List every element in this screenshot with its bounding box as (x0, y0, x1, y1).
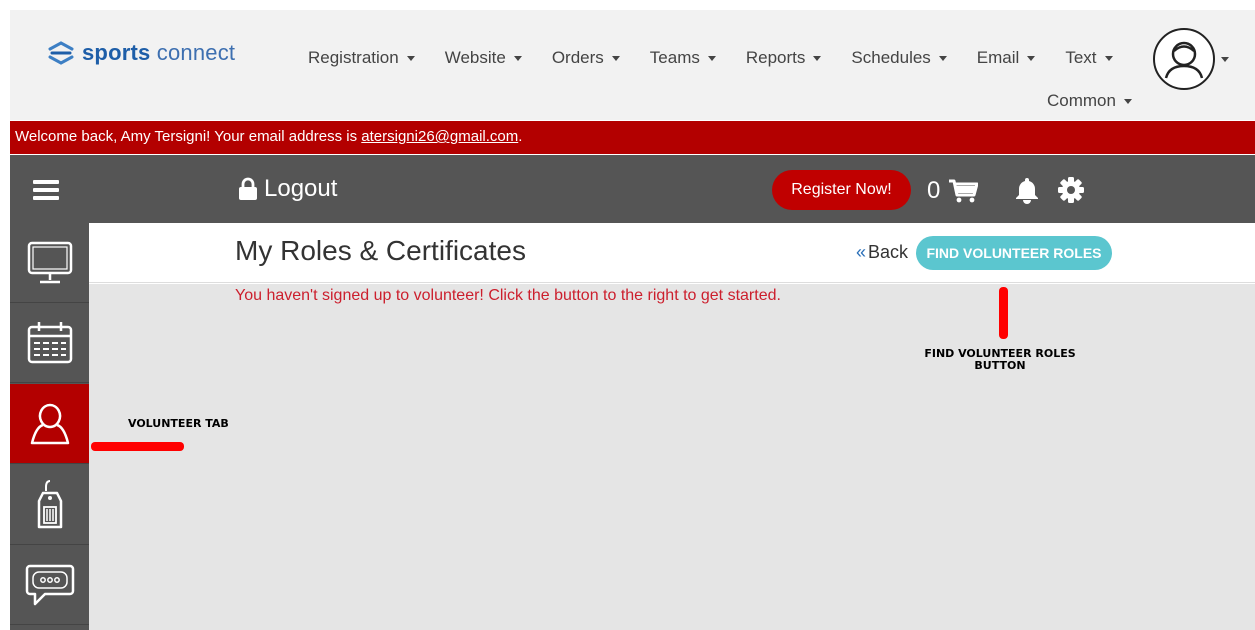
notifications-bell-icon[interactable] (1013, 176, 1041, 209)
register-now-button[interactable]: Register Now! (772, 170, 911, 210)
annotation-marker-horizontal (91, 442, 184, 451)
cart-count: 0 (927, 177, 941, 204)
menu-label: Common (1047, 91, 1116, 110)
email-link[interactable]: atersigni26@gmail.com (361, 128, 518, 145)
annotation-find-volunteer-roles: FIND VOLUNTEER ROLES BUTTON (905, 348, 1095, 372)
cart-button[interactable]: 0 (927, 177, 979, 205)
logout-label: Logout (264, 175, 338, 202)
caret-down-icon (406, 55, 415, 61)
page-title: My Roles & Certificates (235, 235, 526, 266)
calendar-icon (27, 321, 72, 363)
caret-down-icon (1123, 98, 1132, 104)
annotation-volunteer-tab: VOLUNTEER TAB (128, 417, 229, 430)
page-header: My Roles & Certificates «Back FIND VOLUN… (89, 223, 1255, 283)
menu-teams[interactable]: Teams (650, 48, 716, 68)
menu-label: Website (444, 48, 506, 67)
caret-down-icon (1027, 55, 1036, 61)
user-menu[interactable] (1153, 28, 1229, 90)
avatar (1153, 28, 1215, 90)
settings-gear-icon[interactable] (1057, 176, 1085, 209)
menu-orders[interactable]: Orders (552, 48, 620, 68)
sidebar-item-volunteer[interactable] (10, 384, 89, 464)
annotation-marker-vertical (999, 287, 1008, 339)
double-chevron-left-icon: « (856, 242, 867, 262)
menu-schedules[interactable]: Schedules (851, 48, 947, 68)
hamburger-menu-icon[interactable] (33, 180, 59, 200)
menu-label: Schedules (851, 48, 931, 67)
menu-label: Reports (745, 48, 806, 67)
user-avatar-icon (1164, 41, 1204, 79)
person-icon (30, 403, 69, 444)
caret-down-icon (707, 55, 716, 61)
main-menu: Registration Website Orders Teams Report… (308, 48, 1132, 110)
sidebar-item-dashboard[interactable] (10, 223, 89, 303)
caret-down-icon (813, 55, 822, 61)
menu-registration[interactable]: Registration (308, 48, 415, 68)
shopping-cart-icon (949, 179, 979, 203)
find-volunteer-roles-button[interactable]: FIND VOLUNTEER ROLES (916, 236, 1112, 270)
tag-icon (37, 479, 62, 528)
menu-text[interactable]: Text (1065, 48, 1113, 68)
welcome-banner: Welcome back, Amy Tersigni! Your email a… (10, 121, 1255, 154)
sports-connect-logo[interactable]: sports connect (46, 40, 235, 66)
sports-connect-logo-icon (48, 41, 74, 65)
welcome-suffix: . (518, 128, 523, 145)
empty-state-message: You haven't signed up to volunteer! Clic… (235, 287, 781, 304)
menu-common[interactable]: Common (1047, 91, 1132, 111)
sidebar-item-messages[interactable] (10, 545, 89, 625)
annotation-line: BUTTON (974, 359, 1026, 372)
menu-label: Teams (649, 48, 700, 67)
caret-down-icon (1104, 55, 1113, 61)
menu-reports[interactable]: Reports (746, 48, 822, 68)
menu-website[interactable]: Website (445, 48, 522, 68)
caret-down-icon (1221, 56, 1229, 62)
menu-email[interactable]: Email (977, 48, 1036, 68)
monitor-icon (27, 241, 72, 283)
chat-icon (25, 564, 74, 605)
caret-down-icon (611, 55, 620, 61)
left-sidebar (10, 223, 89, 630)
action-toolbar: Logout Register Now! 0 (10, 155, 1255, 223)
top-navigation-bar: sports connect Registration Website Orde… (10, 10, 1255, 120)
brand-name-bold: sports (82, 40, 151, 65)
logout-link[interactable]: Logout (238, 175, 337, 203)
menu-label: Registration (308, 48, 399, 67)
caret-down-icon (938, 55, 947, 61)
sidebar-item-calendar[interactable] (10, 303, 89, 383)
caret-down-icon (513, 55, 522, 61)
main-content: You haven't signed up to volunteer! Clic… (89, 284, 1255, 630)
sidebar-item-tags[interactable] (10, 465, 89, 545)
back-label: Back (868, 242, 909, 262)
lock-icon (239, 177, 257, 200)
welcome-text: Welcome back, Amy Tersigni! Your email a… (15, 128, 362, 145)
back-link[interactable]: «Back (856, 242, 908, 263)
brand-name-light: connect (156, 40, 236, 65)
menu-label: Text (1065, 48, 1097, 67)
menu-label: Email (976, 48, 1020, 67)
menu-label: Orders (551, 48, 604, 67)
